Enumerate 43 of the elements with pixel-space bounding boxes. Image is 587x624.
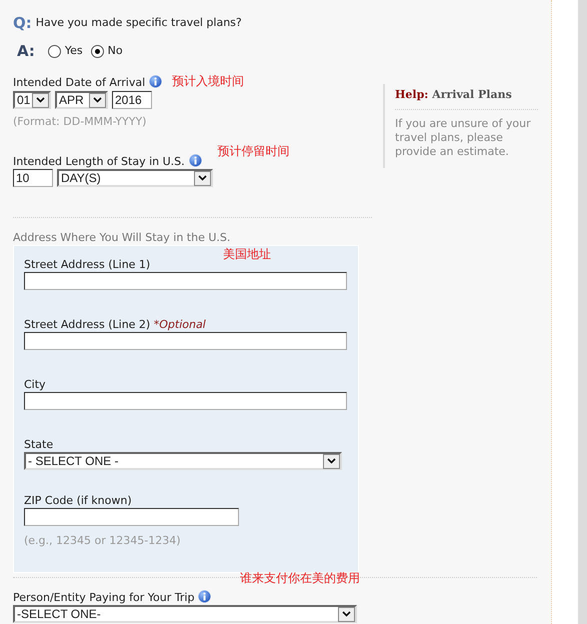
- question-prefix: Q:: [13, 16, 32, 30]
- caret-icon: [32, 92, 49, 108]
- field-label: State: [24, 438, 54, 452]
- info-icon[interactable]: [198, 590, 212, 603]
- info-icon[interactable]: [188, 154, 202, 167]
- caret-icon: [323, 454, 340, 468]
- answer-prefix: A:: [17, 44, 35, 58]
- field-label: Intended Length of Stay in U.S.: [13, 155, 185, 169]
- field-label: Intended Date of Arrival: [13, 76, 146, 90]
- annotation-text: 谁来支付你在美的费用: [240, 571, 360, 585]
- help-title: Help: Arrival Plans: [395, 84, 538, 110]
- annotation-text: 预计入境时间: [172, 74, 244, 88]
- state-dropdown[interactable]: - SELECT ONE -: [24, 452, 342, 470]
- help-text: If you are unsure of your travel plans, please provide an estimate.: [395, 116, 532, 159]
- annotation-text: 美国地址: [223, 247, 271, 261]
- zip-hint: (e.g., 12345 or 12345-1234): [24, 534, 182, 548]
- field-label: City: [24, 378, 47, 392]
- section-heading: Address Where You Will Stay in the U.S.: [13, 231, 232, 245]
- caret-icon: [338, 606, 355, 622]
- month-dropdown[interactable]: APR: [55, 91, 108, 109]
- radio-label[interactable]: No: [108, 44, 123, 58]
- zip-field[interactable]: [24, 508, 239, 526]
- number-field[interactable]: 10: [13, 169, 53, 187]
- radio-label[interactable]: Yes: [64, 44, 83, 58]
- text-field[interactable]: [24, 332, 347, 350]
- field-label: Street Address (Line 2) *Optional: [24, 318, 207, 332]
- field-label: Person/Entity Paying for Your Trip: [13, 591, 194, 605]
- annotation-text: 预计停留时间: [218, 144, 290, 158]
- unit-dropdown[interactable]: DAY(S): [57, 169, 213, 187]
- caret-icon: [89, 92, 106, 108]
- caret-icon: [194, 170, 211, 186]
- payer-dropdown[interactable]: -SELECT ONE-: [13, 605, 357, 623]
- text-field[interactable]: [24, 272, 347, 290]
- field-label: ZIP Code (if known): [24, 494, 133, 508]
- radio-button[interactable]: [48, 44, 61, 58]
- year-field[interactable]: 2016: [112, 91, 152, 109]
- question-text: Have you made specific travel plans?: [36, 16, 242, 30]
- format-hint: (Format: DD-MMM-YYYY): [13, 115, 148, 129]
- text-field[interactable]: [24, 392, 347, 410]
- radio-button[interactable]: [90, 44, 104, 58]
- info-icon[interactable]: [149, 75, 162, 88]
- day-dropdown[interactable]: 01: [13, 91, 51, 109]
- field-label: Street Address (Line 1): [24, 258, 152, 272]
